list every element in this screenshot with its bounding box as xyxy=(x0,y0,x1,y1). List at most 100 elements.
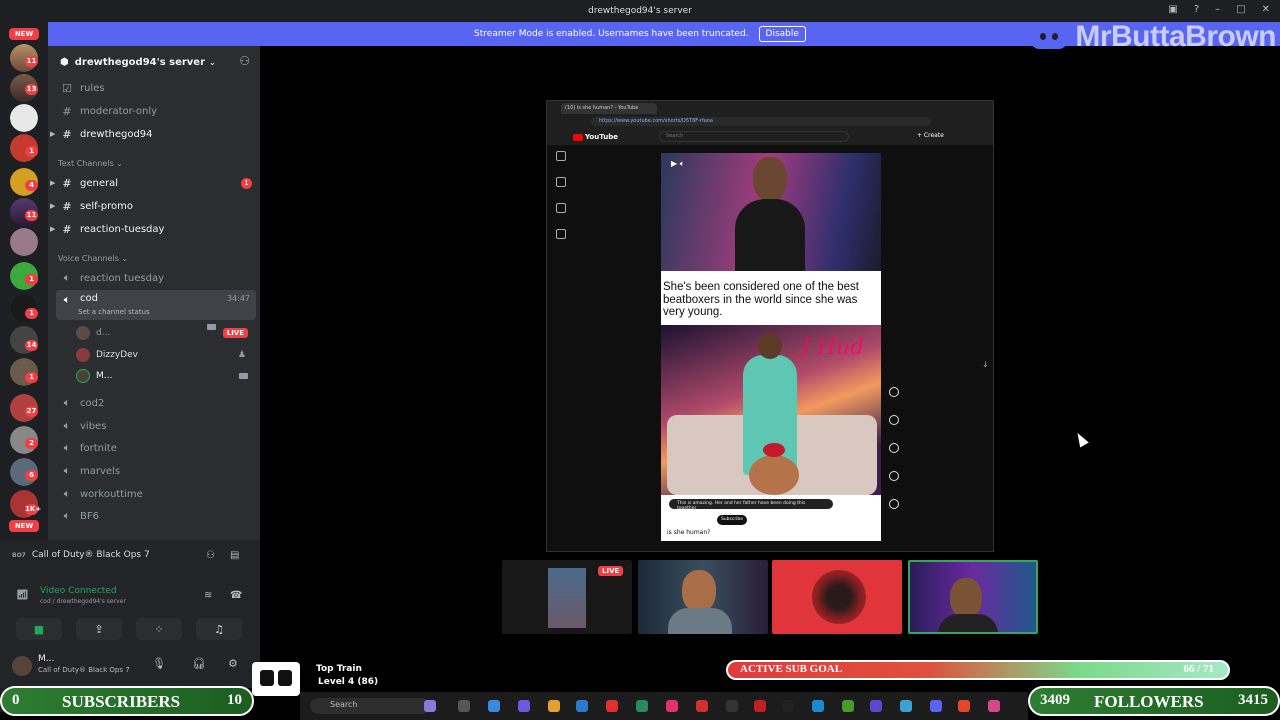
disconnect-icon[interactable]: ☎ xyxy=(230,590,242,601)
subscribe-button[interactable]: Subscribe xyxy=(717,515,747,525)
voice-channel-cod2[interactable]: 🔈︎ cod2 xyxy=(56,393,256,413)
browser-tab[interactable]: (10) is she human? - YouTube xyxy=(561,103,657,114)
remix-icon[interactable] xyxy=(889,499,899,509)
share-screen-button[interactable]: ⇪ xyxy=(76,618,122,640)
app-icon[interactable] xyxy=(458,700,470,712)
invite-icon[interactable]: ⚇ xyxy=(239,54,250,68)
app-icon[interactable] xyxy=(812,700,824,712)
caret-right-icon: ▶ xyxy=(50,202,56,210)
voice-channel-bf6[interactable]: 🔈︎ BF6 xyxy=(56,506,256,526)
user-status: Call of Duty® Black Ops 7 xyxy=(38,666,130,674)
home-icon[interactable] xyxy=(556,151,566,161)
signal-icon[interactable]: 📶︎ xyxy=(16,590,29,601)
server-icon[interactable] xyxy=(10,104,38,132)
subscriptions-icon[interactable] xyxy=(556,203,566,213)
scroll-down-icon[interactable]: ↓ xyxy=(982,360,989,369)
shorts-icon[interactable] xyxy=(556,177,566,187)
voice-user[interactable]: DizzyDev ♟ xyxy=(76,346,252,364)
activity-game: Call of Duty® Black Ops 7 xyxy=(31,550,150,560)
server-header[interactable]: ⬢ drewthegod94's server ⌄ ⚇ xyxy=(48,46,260,78)
play-icon[interactable]: ▶ 🔈︎ xyxy=(671,159,685,169)
short-video[interactable]: ▶ 🔈︎ She's been considered one of the be… xyxy=(661,153,881,541)
folder-icon[interactable] xyxy=(548,700,560,712)
minimize-button[interactable]: – xyxy=(1215,4,1220,15)
browser-chrome: (10) is she human? - YouTube https://www… xyxy=(547,101,993,145)
app-icon[interactable] xyxy=(488,700,500,712)
channel-status[interactable]: Set a channel status xyxy=(78,308,150,316)
channel-rules[interactable]: ☑ rules xyxy=(56,78,256,98)
voice-channel-fortnite[interactable]: 🔈︎ fortnite xyxy=(56,438,256,458)
comment-icon[interactable] xyxy=(889,443,899,453)
participant-tile-speaking[interactable] xyxy=(908,560,1038,634)
voice-channel-reaction-tuesday[interactable]: 🔈︎ reaction tuesday xyxy=(56,268,256,288)
address-bar[interactable]: https://www.youtube.com/shorts/D5T8F-rfa… xyxy=(591,117,931,126)
discord-icon[interactable] xyxy=(930,700,942,712)
you-icon[interactable] xyxy=(556,229,566,239)
headphones-icon[interactable]: 🎧︎ xyxy=(192,657,206,670)
voice-channel-workouttime[interactable]: 🔈︎ workouttime xyxy=(56,484,256,504)
microphone-icon[interactable]: 🎙︎ xyxy=(152,657,166,670)
activities-button[interactable]: ⁘ xyxy=(136,618,182,640)
disable-button[interactable]: Disable xyxy=(758,26,806,42)
voice-channel-marvels[interactable]: 🔈︎ marvels xyxy=(56,461,256,481)
app-icon[interactable] xyxy=(958,700,970,712)
stream-viewer[interactable]: (10) is she human? - YouTube https://www… xyxy=(546,100,994,552)
category-text-channels[interactable]: Text Channels ⌄ xyxy=(58,159,123,168)
server-icon[interactable] xyxy=(10,228,38,256)
youtube-search-input[interactable]: Search xyxy=(659,131,849,142)
voice-channel-vibes[interactable]: 🔈︎ vibes xyxy=(56,416,256,436)
settings-gear-icon[interactable]: ⚙ xyxy=(228,657,238,670)
share-icon[interactable] xyxy=(889,471,899,481)
channel-drewthegod94[interactable]: ▶ # drewthegod94 xyxy=(50,124,256,144)
voice-status[interactable]: Video Connected xyxy=(40,586,117,596)
soundboard-button[interactable]: ♫ xyxy=(196,618,242,640)
participant-tile[interactable] xyxy=(638,560,768,634)
app-icon[interactable] xyxy=(518,700,530,712)
help-icon[interactable]: ? xyxy=(1194,4,1199,15)
pinned-comment[interactable]: This is amazing. Her and her father have… xyxy=(669,499,833,511)
mouse-cursor-icon xyxy=(1073,430,1089,448)
window-controls: ▣ ? – □ ✕ xyxy=(1168,4,1270,15)
activity-row[interactable]: BO7 Call of Duty® Black Ops 7 xyxy=(12,550,150,560)
participant-tile[interactable] xyxy=(772,560,902,634)
app-icon[interactable] xyxy=(576,700,588,712)
channel-reaction-tuesday[interactable]: ▶ # reaction-tuesday xyxy=(50,219,256,239)
activity-launch-icon[interactable]: ▤ xyxy=(230,550,239,561)
participant-tile[interactable]: LIVE xyxy=(502,560,632,634)
train-title: Top Train xyxy=(316,664,362,674)
app-icon[interactable] xyxy=(636,700,648,712)
voice-user[interactable]: d... LIVE xyxy=(76,324,252,342)
app-icon[interactable] xyxy=(900,700,912,712)
activity-invite-icon[interactable]: ⚇ xyxy=(206,550,215,561)
channel-self-promo[interactable]: ▶ # self-promo xyxy=(50,196,256,216)
app-icon[interactable] xyxy=(754,700,766,712)
app-icon[interactable] xyxy=(424,700,436,712)
voice-user[interactable]: M... xyxy=(76,367,252,385)
noise-suppression-icon[interactable]: ≋ xyxy=(204,590,212,601)
app-icon[interactable] xyxy=(696,700,708,712)
app-icon[interactable] xyxy=(988,700,1000,712)
youtube-logo[interactable]: YouTube xyxy=(573,133,618,141)
hash-icon: # xyxy=(62,127,72,141)
inbox-icon[interactable]: ▣ xyxy=(1168,4,1177,15)
taskbar-search[interactable]: Search xyxy=(310,698,430,714)
app-icon[interactable] xyxy=(666,700,678,712)
like-icon[interactable] xyxy=(889,387,899,397)
voice-channel-cod[interactable]: 🔈︎ cod 34:47 Set a channel status xyxy=(56,290,256,320)
app-icon[interactable] xyxy=(782,700,794,712)
set-overlay-text: J Hud xyxy=(801,335,865,360)
app-icon[interactable] xyxy=(870,700,882,712)
app-icon[interactable] xyxy=(726,700,738,712)
close-button[interactable]: ✕ xyxy=(1262,4,1270,15)
channel-moderator-only[interactable]: # moderator-only xyxy=(56,101,256,121)
camera-button[interactable]: ■ xyxy=(16,618,62,640)
maximize-button[interactable]: □ xyxy=(1236,4,1245,15)
category-label: Text Channels xyxy=(58,159,114,168)
channel-general[interactable]: ▶ # general 1 xyxy=(50,173,256,193)
avatar[interactable] xyxy=(12,656,32,676)
app-icon[interactable] xyxy=(842,700,854,712)
youtube-icon[interactable] xyxy=(606,700,618,712)
category-voice-channels[interactable]: Voice Channels ⌄ xyxy=(58,254,128,263)
dislike-icon[interactable] xyxy=(889,415,899,425)
create-button[interactable]: + Create xyxy=(917,132,944,139)
